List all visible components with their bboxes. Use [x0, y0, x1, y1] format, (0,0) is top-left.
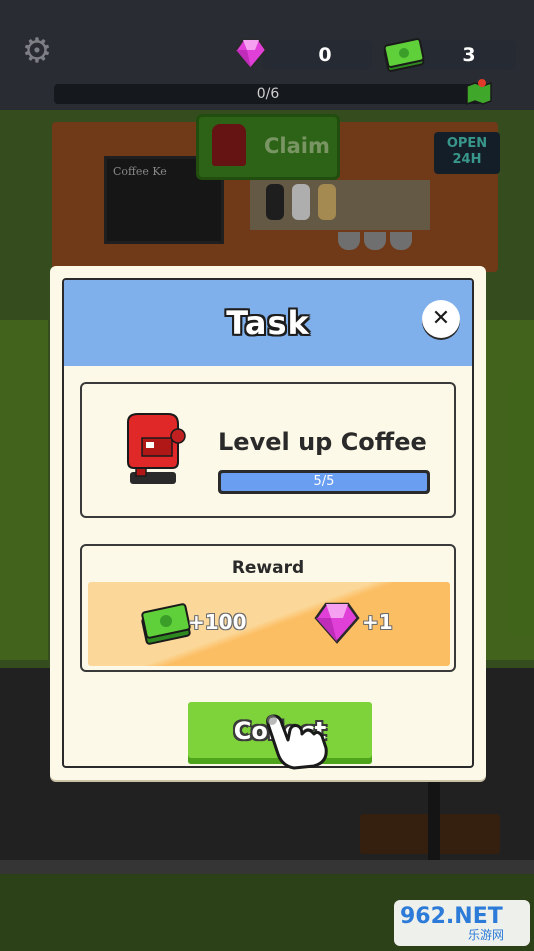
watermark-subtitle: 乐游网: [468, 928, 505, 942]
reward-card: Reward +100 +1: [80, 544, 456, 672]
coffee-machine-icon: [127, 413, 186, 484]
map-icon[interactable]: [464, 76, 494, 106]
site-watermark-logo: 962.NET 乐游网: [394, 900, 530, 946]
gem-counter: 0: [262, 40, 372, 70]
gem-icon: [314, 602, 360, 644]
gem-icon: [234, 39, 268, 70]
close-icon: ✕: [431, 306, 451, 331]
cash-icon: [383, 38, 425, 72]
task-dialog-header: Task ✕: [64, 280, 472, 366]
hand-pointer-icon: [266, 714, 328, 770]
task-level-progress: 5/5: [218, 470, 430, 494]
task-level-progress-fill: 5/5: [221, 473, 427, 491]
close-button[interactable]: ✕: [422, 300, 460, 338]
reward-strip: +100 +1: [88, 582, 450, 666]
task-name: Level up Coffee: [218, 428, 427, 456]
reward-title: Reward: [231, 558, 305, 578]
reward-cash-amount: +100: [188, 610, 247, 634]
gear-icon[interactable]: ⚙: [20, 34, 54, 68]
reward-gem-amount: +1: [362, 610, 393, 634]
task-card: Level up Coffee 5/5: [80, 382, 456, 518]
dialog-title: Task: [226, 304, 310, 342]
cash-icon: [141, 603, 191, 645]
task-dialog-frame: Task ✕ Level up Coffee 5/5 Reward +100 +…: [62, 278, 474, 768]
task-dialog: Task ✕ Level up Coffee 5/5 Reward +100 +…: [50, 266, 486, 780]
task-progress-bar: 0/6: [54, 84, 482, 104]
